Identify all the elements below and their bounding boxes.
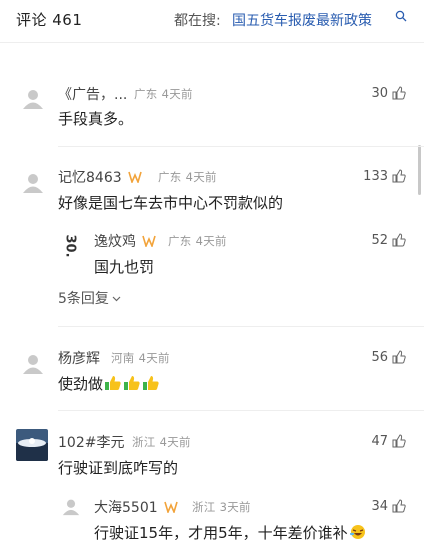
reply-item: 大海5501 浙江 3天前 34 行驶证15年，才用5年，十年差价谁补 [0, 492, 424, 544]
reply-text-content: 行驶证15年，才用5年，十年差价谁补 [94, 524, 348, 542]
avatar[interactable]: 30. [58, 234, 82, 258]
comment-time: 4天前 [138, 351, 170, 365]
reply-item: 30. 逸炆鸡 广东 4天前 52 国九也罚 [0, 228, 424, 278]
search-icon[interactable] [395, 10, 407, 22]
thumb-up-icon [392, 169, 406, 183]
comment-text: 手段真多。 [58, 110, 134, 128]
thumb-up-icon [392, 86, 406, 100]
comment-time: 4天前 [159, 435, 191, 449]
reply-meta: 广东 4天前 [168, 233, 227, 249]
vip-badge-icon [164, 501, 178, 513]
like-count: 52 [371, 232, 388, 248]
comment-text: 使劲做 [58, 373, 160, 394]
divider [58, 146, 424, 147]
thumb-up-icon [392, 233, 406, 247]
comment-meta: 浙江 4天前 [132, 434, 191, 450]
comment-time: 4天前 [185, 170, 217, 184]
like-button[interactable]: 56 [371, 348, 406, 366]
comment-username[interactable]: 《广告，... [58, 84, 127, 104]
vip-badge-icon [128, 171, 142, 183]
like-count: 56 [371, 349, 388, 365]
chevron-down-icon [112, 296, 121, 302]
like-button[interactable]: 30 [371, 84, 406, 102]
reply-username-text: 大海5501 [94, 500, 158, 516]
comment-text: 行驶证到底咋写的 [58, 459, 179, 477]
comment-location: 河南 [111, 351, 135, 365]
avatar[interactable] [16, 429, 48, 461]
reply-username-text: 逸炆鸡 [94, 234, 136, 250]
thumbs-up-emoji-icon [105, 376, 121, 390]
comment-meta: 广东 4天前 [134, 86, 193, 102]
avatar-badge: 30. [63, 234, 78, 257]
thumb-up-icon [392, 434, 406, 448]
comment-username-text: 记忆8463 [58, 170, 122, 186]
comment-time: 4天前 [161, 87, 193, 101]
comment-location: 浙江 [132, 435, 156, 449]
reply-username[interactable]: 大海5501 [94, 497, 178, 517]
reply-location: 浙江 [192, 500, 216, 514]
crying-laughing-emoji-icon [349, 525, 365, 539]
comment-location: 广东 [134, 87, 158, 101]
like-button[interactable]: 52 [371, 231, 406, 249]
avatar[interactable] [22, 88, 44, 110]
comment-location: 广东 [158, 170, 182, 184]
comments-header: 评论 461 都在搜: 国五货车报废最新政策 [0, 0, 424, 36]
comment-username[interactable]: 102#李元 [58, 432, 124, 452]
avatar-badge-text: 30. [63, 234, 78, 257]
reply-location: 广东 [168, 234, 192, 248]
thumb-up-icon [392, 350, 406, 364]
thumbs-up-emoji-icon [124, 376, 140, 390]
more-replies-label: 5条回复 [58, 291, 109, 307]
like-count: 30 [371, 85, 388, 101]
like-count: 47 [371, 433, 388, 449]
header-divider [0, 42, 424, 43]
comment-meta: 河南 4天前 [111, 350, 170, 366]
divider [58, 410, 424, 411]
comment-text: 好像是国七车去市中心不罚款似的 [58, 194, 284, 212]
vip-badge-icon [142, 235, 157, 247]
avatar[interactable] [62, 498, 80, 516]
comment-count-title: 评论 461 [16, 11, 83, 29]
reply-username[interactable]: 逸炆鸡 [94, 231, 157, 251]
avatar[interactable] [22, 353, 44, 375]
thumbs-up-emoji-icon [143, 376, 159, 390]
thumb-up-icon [392, 499, 406, 513]
scrollbar[interactable] [418, 145, 421, 195]
like-button[interactable]: 133 [363, 167, 406, 185]
reply-time: 3天前 [219, 500, 251, 514]
like-button[interactable]: 34 [371, 497, 406, 515]
more-replies-button[interactable]: 5条回复 [58, 288, 121, 308]
comment-text-content: 使劲做 [58, 375, 104, 393]
reply-meta: 浙江 3天前 [192, 499, 251, 515]
reply-text: 国九也罚 [94, 258, 155, 276]
like-count: 34 [371, 498, 388, 514]
divider [58, 326, 424, 327]
comment-username[interactable]: 杨彦辉 [58, 348, 100, 368]
trending-search-label: 都在搜: [174, 13, 221, 29]
comment-username[interactable]: 记忆8463 [58, 167, 142, 187]
reply-text: 行驶证15年，才用5年，十年差价谁补 [94, 522, 367, 543]
like-count: 133 [363, 168, 388, 184]
trending-search-link[interactable]: 国五货车报废最新政策 [232, 10, 372, 30]
comment-meta: 广东 4天前 [158, 169, 217, 185]
like-button[interactable]: 47 [371, 432, 406, 450]
avatar[interactable] [22, 172, 44, 194]
reply-time: 4天前 [195, 234, 227, 248]
